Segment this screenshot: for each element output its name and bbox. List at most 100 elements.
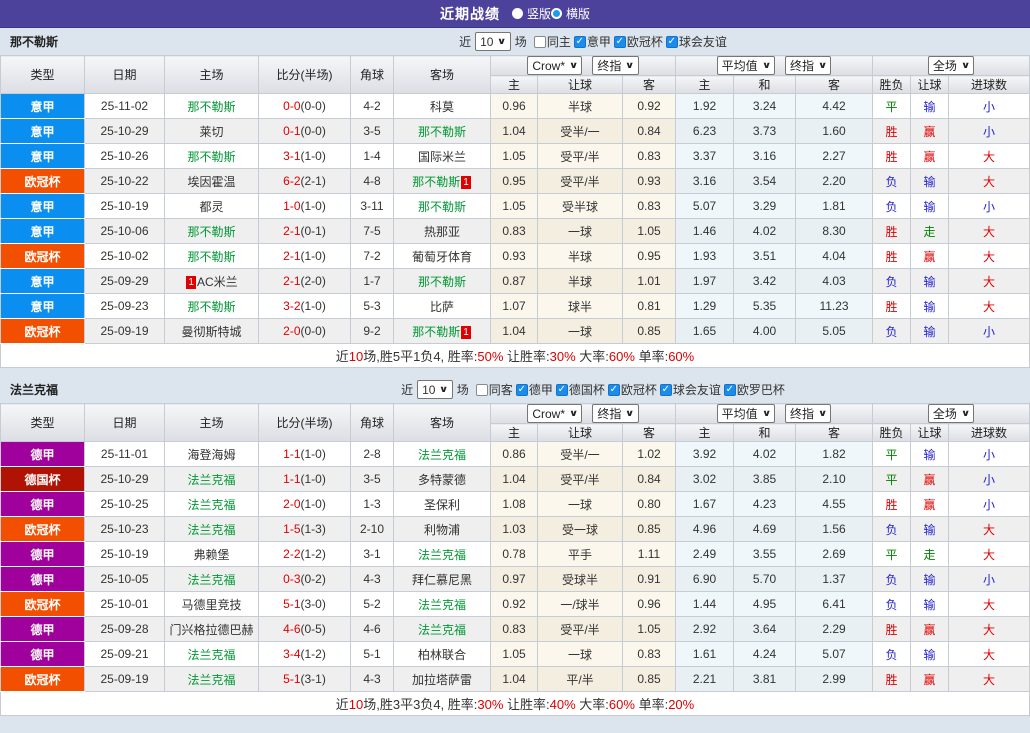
layout-radio-group: 竖版 横版	[511, 5, 590, 22]
final-index-select[interactable]: 终指 ∨	[592, 56, 639, 75]
away-team[interactable]: 那不勒斯	[393, 118, 491, 144]
col-header-date: 日期	[84, 403, 165, 442]
match-date: 25-11-02	[84, 93, 165, 119]
summary-segment: 近	[335, 697, 349, 712]
crow-select[interactable]: Crow* ∨	[527, 404, 583, 423]
home-team[interactable]: 弗赖堡	[164, 541, 259, 567]
away-team[interactable]: 加拉塔萨雷	[393, 666, 491, 692]
avg-draw-odds: 4.00	[733, 318, 796, 344]
halftime-score: (1-0)	[300, 447, 326, 461]
result-handicap: 输	[910, 168, 950, 194]
home-team[interactable]: 马德里竞技	[164, 591, 259, 617]
home-team[interactable]: 法兰克福	[164, 516, 259, 542]
average-select[interactable]: 平均值 ∨	[716, 404, 775, 423]
crow-select[interactable]: Crow* ∨	[527, 56, 583, 75]
halftime-score: (0-0)	[300, 124, 326, 138]
handicap-line: 受平/半	[537, 466, 623, 492]
home-team[interactable]: 海登海姆	[164, 441, 259, 467]
fulltime-scope-select[interactable]: 全场 ∨	[927, 56, 975, 75]
home-team[interactable]: 门兴格拉德巴赫	[164, 616, 259, 642]
checkbox-checked-icon[interactable]: ✓	[659, 383, 672, 396]
result-outcome: 平	[872, 541, 912, 567]
final-index-select-2[interactable]: 终指 ∨	[785, 404, 832, 423]
away-team[interactable]: 葡萄牙体育	[393, 243, 491, 269]
halftime-score: (0-1)	[300, 224, 326, 238]
home-team[interactable]: 莱切	[164, 118, 259, 144]
crow-away-odds: 0.92	[622, 93, 676, 119]
checkbox-checked-icon[interactable]: ✓	[573, 35, 586, 48]
away-team[interactable]: 那不勒斯	[393, 268, 491, 294]
result-handicap: 输	[910, 591, 950, 617]
crow-away-odds: 0.96	[622, 591, 676, 617]
home-team[interactable]: 法兰克福	[164, 641, 259, 667]
fulltime-scope-select[interactable]: 全场 ∨	[927, 404, 975, 423]
checkbox-checked-icon[interactable]: ✓	[723, 383, 736, 396]
corner-score: 7-5	[350, 218, 394, 244]
layout-radio-横版[interactable]: 横版	[551, 5, 590, 22]
home-team[interactable]: 曼彻斯特城	[164, 318, 259, 344]
summary-segment: 60%	[608, 349, 635, 364]
away-team[interactable]: 比萨	[393, 293, 491, 319]
away-team[interactable]: 法兰克福	[393, 591, 491, 617]
home-team[interactable]: 都灵	[164, 193, 259, 219]
sub-col-header: 和	[733, 423, 796, 442]
away-team[interactable]: 那不勒斯 1	[393, 168, 491, 194]
result-handicap: 走	[910, 218, 950, 244]
away-team[interactable]: 法兰克福	[393, 441, 491, 467]
checkbox-checked-icon[interactable]: ✓	[607, 383, 620, 396]
crow-away-odds: 0.83	[622, 143, 676, 169]
away-team[interactable]: 法兰克福	[393, 616, 491, 642]
team-label: 法兰克福	[417, 622, 466, 637]
games-unit-label: 场	[456, 383, 469, 397]
away-team[interactable]: 圣保利	[393, 491, 491, 517]
away-team[interactable]: 热那亚	[393, 218, 491, 244]
match-date: 25-09-23	[84, 293, 165, 319]
match-count-select[interactable]: 10 ∨	[417, 380, 453, 399]
home-team[interactable]: 埃因霍温	[164, 168, 259, 194]
away-team[interactable]: 那不勒斯 1	[393, 318, 491, 344]
home-team[interactable]: 那不勒斯	[164, 93, 259, 119]
checkbox-checked-icon[interactable]: ✓	[555, 383, 568, 396]
checkbox-unchecked-icon[interactable]	[533, 35, 546, 48]
home-team[interactable]: 法兰克福	[164, 491, 259, 517]
home-team[interactable]: 那不勒斯	[164, 293, 259, 319]
match-count-select[interactable]: 10 ∨	[475, 32, 511, 51]
checkbox-checked-icon[interactable]: ✓	[613, 35, 626, 48]
away-team[interactable]: 拜仁慕尼黑	[393, 566, 491, 592]
home-team[interactable]: 法兰克福	[164, 566, 259, 592]
home-team[interactable]: 法兰克福	[164, 466, 259, 492]
handicap-line: 半球	[537, 93, 623, 119]
home-team[interactable]: 那不勒斯	[164, 243, 259, 269]
layout-radio-竖版[interactable]: 竖版	[511, 5, 551, 22]
league-badge: 德甲	[0, 566, 85, 592]
home-team[interactable]: 法兰克福	[164, 666, 259, 692]
checkbox-checked-icon[interactable]: ✓	[515, 383, 528, 396]
away-team[interactable]: 多特蒙德	[393, 466, 491, 492]
away-team[interactable]: 法兰克福	[393, 541, 491, 567]
summary-segment: 单率:	[634, 697, 669, 712]
avg-home-odds: 1.93	[675, 243, 734, 269]
checkbox-checked-icon[interactable]: ✓	[665, 35, 678, 48]
avg-away-odds: 5.05	[794, 318, 874, 344]
team-label: 那不勒斯	[412, 174, 461, 189]
chevron-down-icon: ∨	[625, 60, 635, 70]
away-team[interactable]: 国际米兰	[393, 143, 491, 169]
home-team[interactable]: 1 AC米兰	[164, 268, 259, 294]
home-team[interactable]: 那不勒斯	[164, 143, 259, 169]
away-team[interactable]: 那不勒斯	[393, 193, 491, 219]
match-score: 2-1(0-1)	[258, 218, 351, 244]
away-team[interactable]: 科莫	[393, 93, 491, 119]
halftime-score: (1-3)	[300, 522, 326, 536]
summary-segment: 20%	[668, 697, 695, 712]
final-index-select-2[interactable]: 终指 ∨	[785, 56, 832, 75]
average-select[interactable]: 平均值 ∨	[716, 56, 775, 75]
filter-controls: 近 10 ∨ 场 同客 ✓ 德甲 ✓ 德国杯 ✓ 欧冠杯 ✓ 球会友谊 ✓ 欧罗巴杯	[401, 380, 785, 399]
away-team[interactable]: 柏林联合	[393, 641, 491, 667]
checkbox-unchecked-icon[interactable]	[475, 383, 488, 396]
sub-col-header: 进球数	[948, 423, 1030, 442]
match-score: 2-1(2-0)	[258, 268, 351, 294]
away-team[interactable]: 利物浦	[393, 516, 491, 542]
result-goals: 大	[948, 591, 1030, 617]
final-index-select[interactable]: 终指 ∨	[592, 404, 639, 423]
home-team[interactable]: 那不勒斯	[164, 218, 259, 244]
